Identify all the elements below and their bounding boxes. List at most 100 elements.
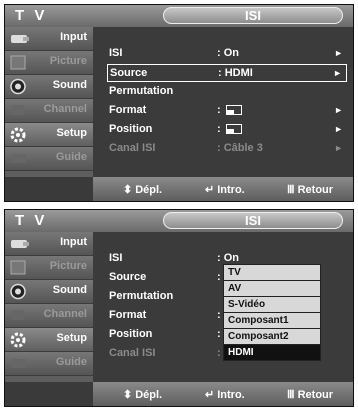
menu-content: ISI : On Source : Permutation Format : P… [93,232,353,382]
footer-enter: ↵ Intro. [205,389,245,401]
sidebar-item-label: Guide [55,356,87,368]
row-label: ISI [109,252,123,264]
picture-icon [10,55,26,70]
setup-icon [10,127,26,143]
footer-move: ⬍ Dépl. [123,389,163,401]
input-icon [11,240,29,248]
source-dropdown[interactable]: TV AV S-Vidéo Composant1 Composant2 HDMI [223,264,321,361]
enter-icon: ↵ [205,389,215,401]
menu-row-isi[interactable]: ISI : On ► [107,45,347,63]
menu-row-source[interactable]: Source : HDMI ► [107,64,347,82]
sidebar-item-label: Input [60,31,87,43]
enter-icon: ↵ [205,184,215,196]
picture-icon [10,260,26,275]
row-value: : [217,104,242,116]
arrow-right-icon: ► [334,48,343,58]
sidebar-item-sound[interactable]: Sound [5,280,93,304]
input-icon [11,35,29,43]
sidebar: Input Picture Sound Channel Setup Guide [5,27,93,177]
sidebar-item-picture[interactable]: Picture [5,256,93,280]
guide-icon [12,359,26,368]
sidebar-item-sound[interactable]: Sound [5,75,93,99]
source-option-composant1[interactable]: Composant1 [224,313,320,329]
row-label: Canal ISI [109,142,156,154]
arrow-right-icon: ► [334,105,343,115]
row-label: Position [109,123,153,135]
channel-icon [12,310,24,320]
source-option-tv[interactable]: TV [224,265,320,281]
sidebar-item-label: Channel [43,103,87,115]
sidebar-item-input[interactable]: Input [5,232,93,256]
menu-row-canal-isi: Canal ISI : Câble 3 ► [107,140,347,158]
tv-label: T V [15,7,48,24]
row-value: : On [217,252,239,264]
footer-bar: ⬍ Dépl. ↵ Intro. Ⅲ Retour [93,177,353,201]
sidebar-item-label: Sound [52,284,87,296]
row-value: : HDMI [218,67,253,79]
source-option-composant2[interactable]: Composant2 [224,329,320,345]
footer-return: Ⅲ Retour [287,389,334,401]
row-label: Source [110,67,148,79]
row-label: Position [109,328,153,340]
channel-icon [12,105,24,115]
sidebar-item-input[interactable]: Input [5,27,93,51]
sidebar-item-guide[interactable]: Guide [5,147,93,171]
sidebar-item-guide[interactable]: Guide [5,352,93,376]
row-label: Canal ISI [109,347,156,359]
header-bar: T V ISI [5,5,353,27]
row-value: : [217,271,221,283]
sidebar: Input Picture Sound Channel Setup Guide [5,232,93,382]
arrow-right-icon: ► [334,143,343,153]
row-label: ISI [109,47,123,59]
menu-content: ISI : On ► Source : HDMI ► Permutation F… [93,27,353,177]
guide-icon [12,154,26,163]
sidebar-item-label: Input [60,236,87,248]
footer-return: Ⅲ Retour [287,184,334,196]
row-value: : On [217,47,239,59]
position-icon [225,124,242,135]
row-value: : [217,123,242,135]
sidebar-item-label: Picture [49,260,87,272]
header-bar: T V ISI [5,210,353,232]
row-value: : [217,309,221,321]
row-value: : [217,347,221,359]
row-label: Source [109,271,147,283]
source-option-av[interactable]: AV [224,281,320,297]
row-value: : [217,328,221,340]
sidebar-item-label: Guide [55,151,87,163]
sound-icon [10,283,26,300]
sidebar-item-label: Sound [52,79,87,91]
tv-menu-screen-2: T V ISI Input Picture Sound Channel Setu… [4,209,354,407]
sidebar-item-label: Setup [56,127,87,139]
sidebar-item-channel[interactable]: Channel [5,99,93,123]
menu-row-format[interactable]: Format : ► [107,102,347,120]
row-label: Permutation [109,85,174,97]
sidebar-item-setup[interactable]: Setup [5,123,93,147]
updown-icon: ⬍ [123,184,133,196]
sidebar-item-channel[interactable]: Channel [5,304,93,328]
arrow-right-icon: ► [334,124,343,134]
row-label: Format [109,104,147,116]
source-option-s-video[interactable]: S-Vidéo [224,297,320,313]
sidebar-item-label: Channel [43,308,87,320]
menu-title: ISI [163,7,343,24]
sidebar-item-picture[interactable]: Picture [5,51,93,75]
footer-enter: ↵ Intro. [205,184,245,196]
row-label: Permutation [109,290,174,302]
footer-move: ⬍ Dépl. [123,184,163,196]
return-icon: Ⅲ [287,389,295,401]
sound-icon [10,78,26,95]
footer-bar: ⬍ Dépl. ↵ Intro. Ⅲ Retour [93,382,353,406]
sidebar-item-setup[interactable]: Setup [5,328,93,352]
sidebar-item-label: Picture [49,55,87,67]
tv-menu-screen-1: T V ISI Input Picture Sound Channel Setu… [4,4,354,202]
menu-row-position[interactable]: Position : ► [107,121,347,139]
sidebar-item-label: Setup [56,332,87,344]
source-option-hdmi[interactable]: HDMI [224,345,320,360]
format-icon [225,105,242,116]
updown-icon: ⬍ [123,389,133,401]
menu-title: ISI [163,212,343,229]
menu-row-permutation[interactable]: Permutation [107,83,347,101]
row-label: Format [109,309,147,321]
tv-label: T V [15,212,48,229]
